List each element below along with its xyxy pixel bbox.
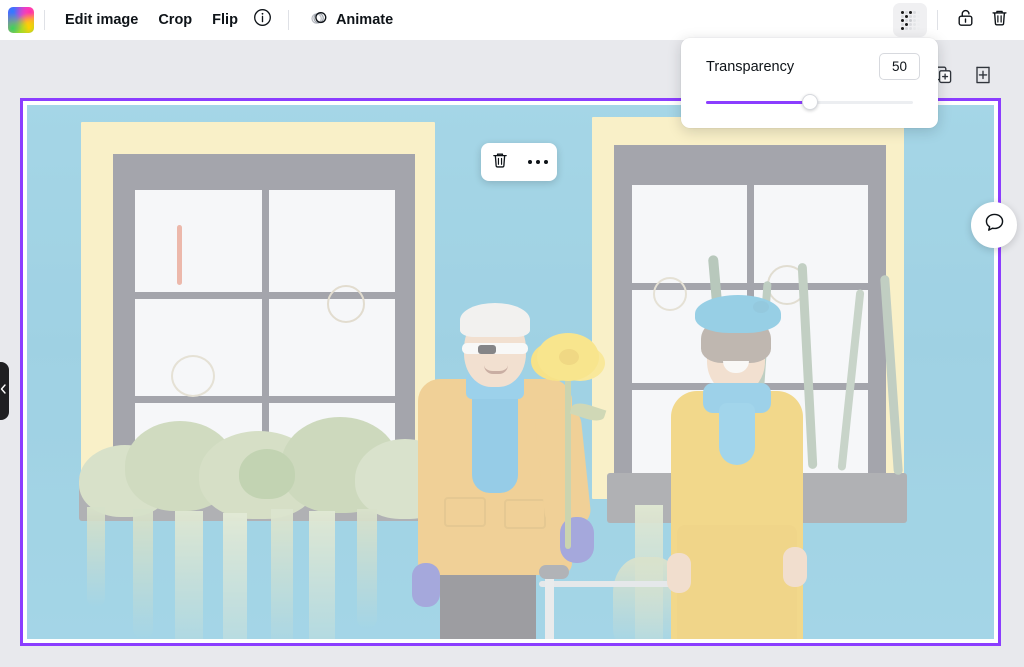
unlock-icon [955,7,976,33]
crop-label: Crop [158,12,193,28]
app-root: Edit image Crop Flip Animate Transparenc… [0,0,1024,667]
transparency-slider[interactable] [706,94,913,110]
element-delete-button[interactable] [485,147,515,177]
flower-center [559,349,579,365]
slider-thumb[interactable] [801,94,818,110]
trailing-vine [271,509,293,639]
info-button[interactable] [248,5,278,35]
trailing-vine [357,509,377,629]
comment-button[interactable] [971,202,1017,248]
image-selection-frame[interactable] [20,98,1001,646]
pane [268,190,395,292]
flip-button[interactable]: Flip [202,5,248,35]
trailing-vine [87,507,105,607]
trash-icon [989,7,1010,33]
flip-label: Flip [212,12,238,28]
element-more-options-button[interactable] [523,147,553,177]
collapse-sidebar-button[interactable] [0,362,9,420]
page-tools [930,64,996,90]
left-plants [67,387,457,527]
transparency-value-input[interactable]: 50 [879,53,920,80]
person-woman [667,295,807,639]
image-thumbnail[interactable] [8,7,34,33]
unlock-button[interactable] [948,3,982,37]
toolbar-right-group [893,0,1024,40]
animate-label: Animate [335,12,394,28]
delete-button[interactable] [982,3,1016,37]
collapse-sidebar-icon [0,382,8,400]
canvas-page[interactable] [20,98,1017,646]
transparency-button[interactable] [893,3,927,37]
transparency-label: Transparency [706,58,795,75]
pane [135,190,262,292]
trailing-vine [133,509,153,639]
trailing-vine [223,513,247,639]
toolbar-divider-3 [937,10,938,30]
info-icon [253,8,272,32]
photo-image[interactable] [27,105,994,639]
toolbar-divider [44,10,45,30]
trailing-vine [309,511,335,639]
crop-button[interactable]: Crop [148,5,202,35]
transparency-row: Transparency 50 [681,38,938,80]
transparency-popover: Transparency 50 [681,38,938,128]
edit-image-label: Edit image [65,12,139,28]
animate-icon [309,8,329,32]
window-ornament [327,285,365,323]
comment-icon [983,211,1006,239]
trash-icon [490,150,510,175]
trailing-vine [175,511,203,639]
slider-fill [706,101,810,104]
toolbar-divider-2 [287,10,289,30]
element-floating-toolbar [481,143,557,181]
add-page-icon [972,64,994,91]
window-ornament [177,225,182,285]
more-options-icon [527,159,549,165]
top-toolbar: Edit image Crop Flip Animate [0,0,1024,40]
edit-image-button[interactable]: Edit image [55,5,148,35]
transparency-icon [900,10,920,30]
animate-button[interactable]: Animate [299,5,403,35]
toolbar-left-group: Edit image Crop Flip Animate [0,0,403,40]
add-page-button[interactable] [970,64,996,90]
